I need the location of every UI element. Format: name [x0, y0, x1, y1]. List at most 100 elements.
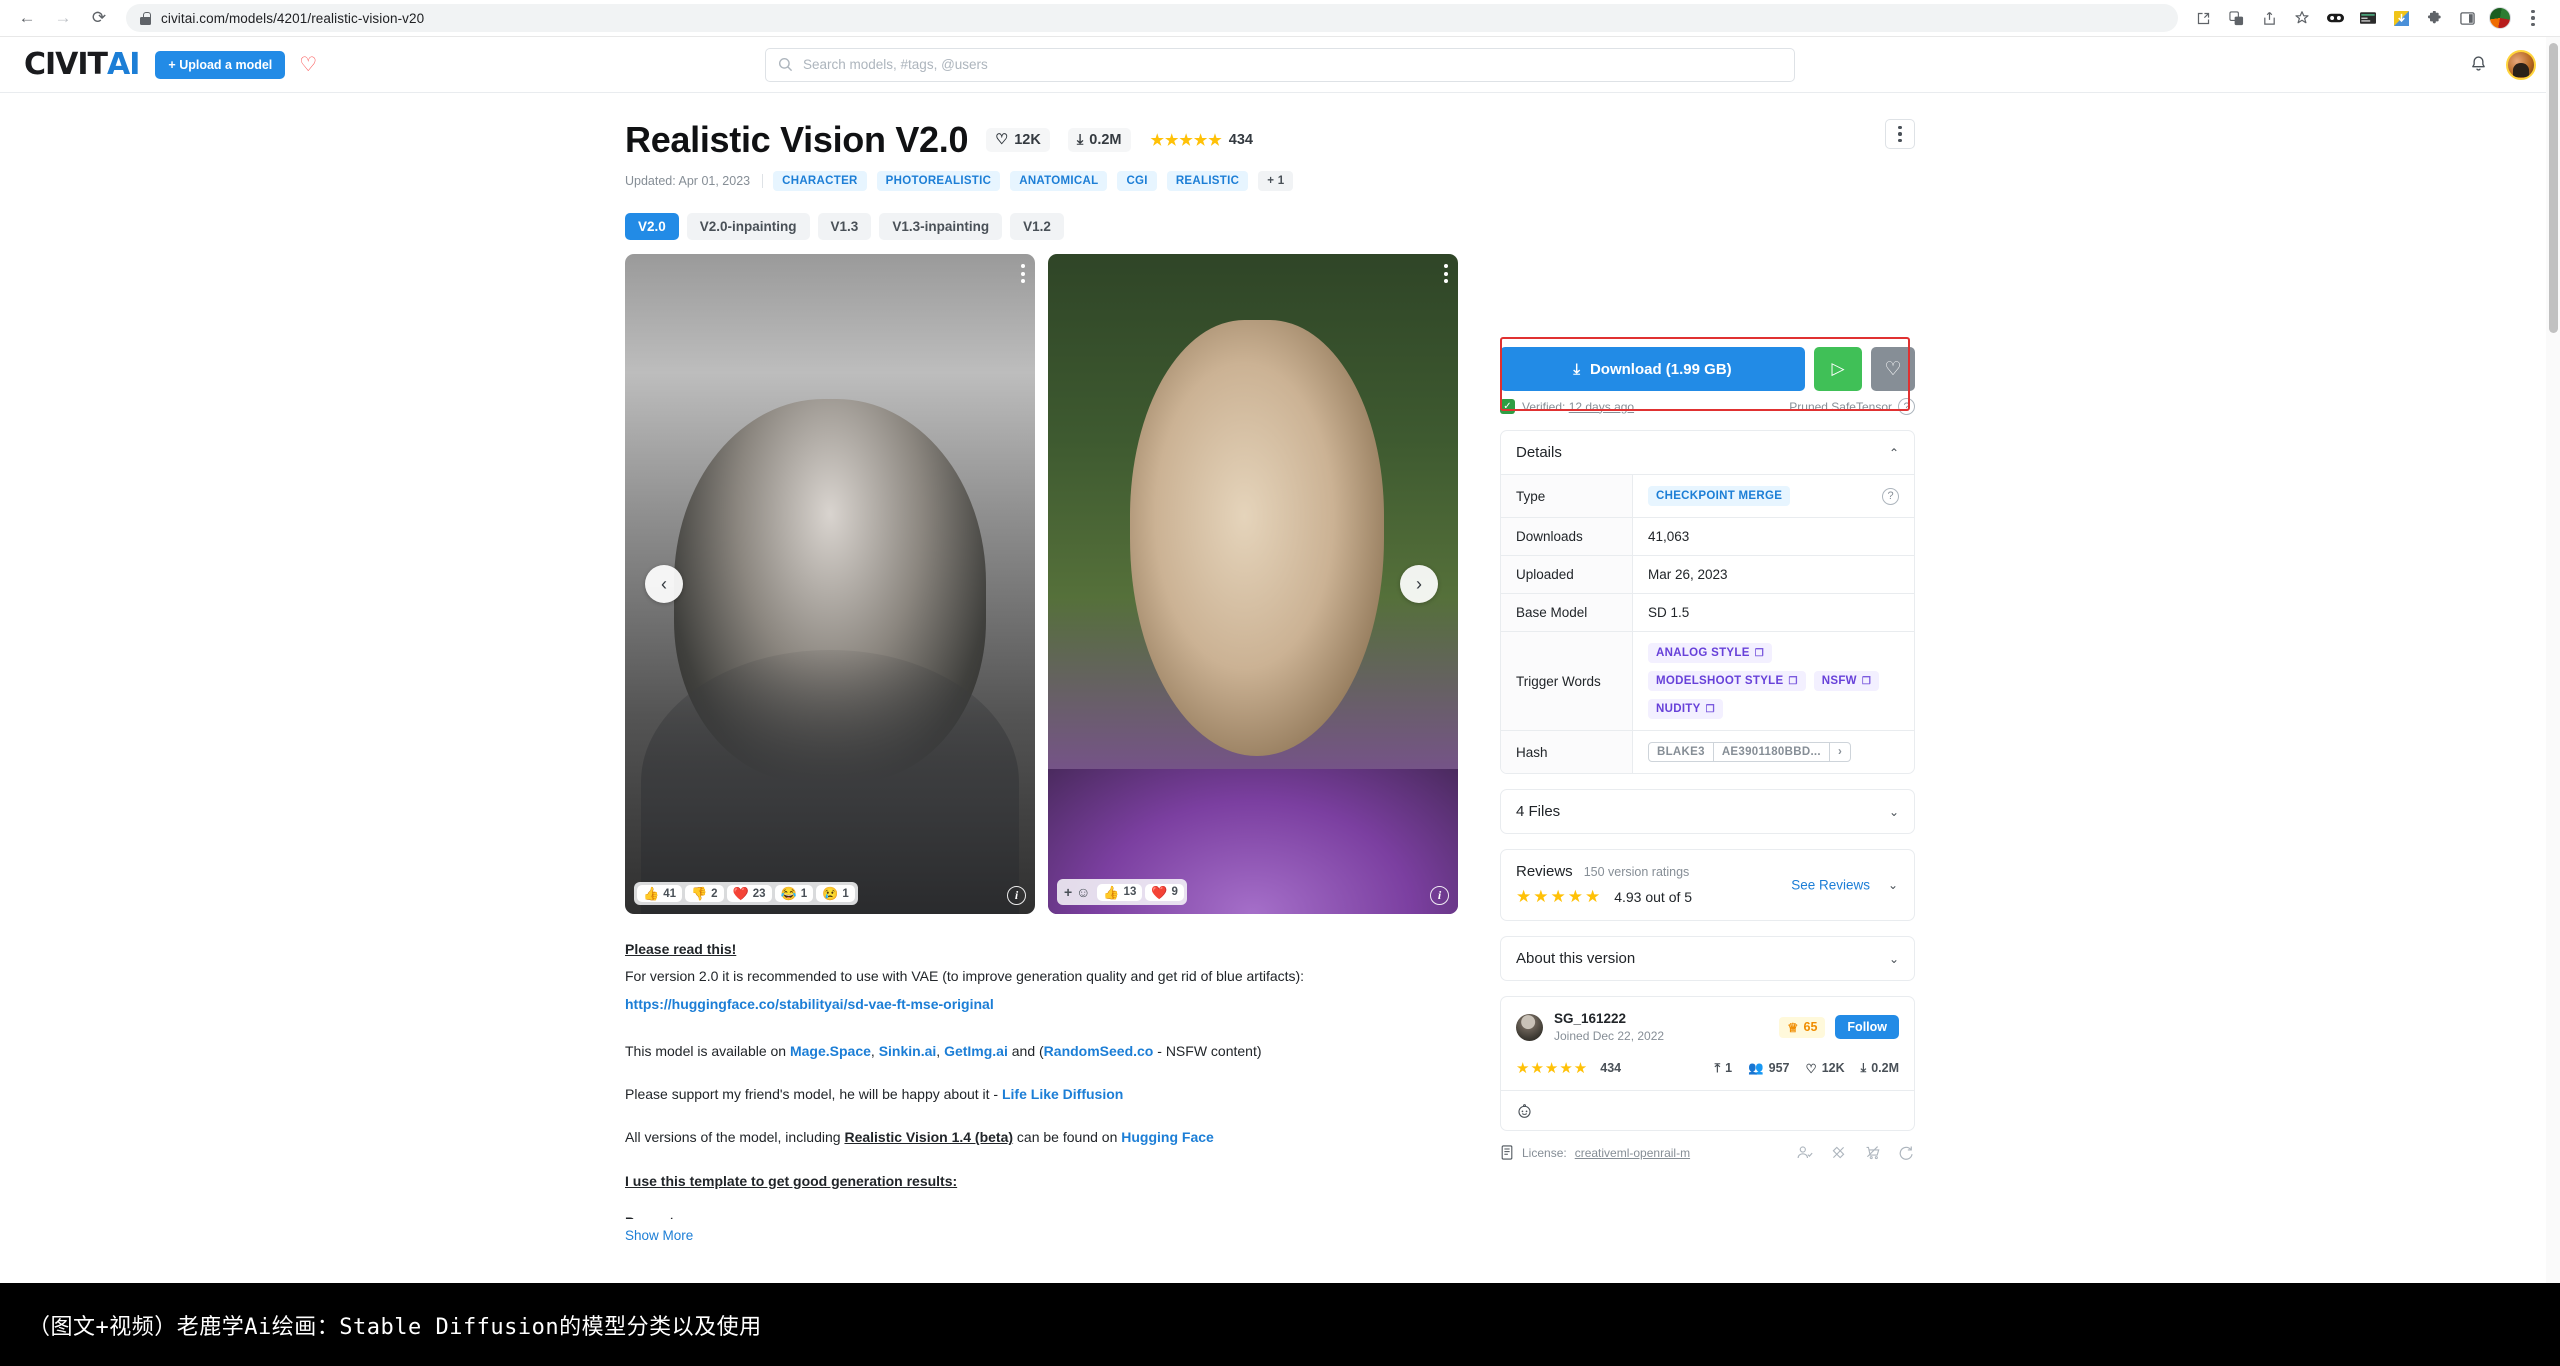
see-reviews-link[interactable]: See Reviews [1791, 878, 1870, 893]
forward-button[interactable]: → [48, 3, 78, 33]
share-icon[interactable] [2254, 3, 2284, 33]
type-help-icon[interactable]: ? [1882, 487, 1899, 505]
page-scrollbar[interactable] [2546, 37, 2560, 1366]
install-icon[interactable] [2188, 3, 2218, 33]
add-reaction-button-2[interactable]: + ☺ [1060, 882, 1094, 902]
sidepanel-icon[interactable] [2452, 3, 2482, 33]
gallery-image-1[interactable]: ‹ 👍 41 👎 2 ❤️ 23 😂 1 😢 1 i [625, 254, 1035, 914]
show-more-button[interactable]: Show More [625, 1223, 1505, 1249]
copy-icon[interactable]: ❐ [1706, 704, 1715, 715]
extension-download-icon[interactable] [2386, 3, 2416, 33]
files-card[interactable]: 4 Files ⌄ [1500, 789, 1915, 834]
creator-rank-badge: ♕ 65 [1779, 1016, 1826, 1038]
hash-pill[interactable]: BLAKE3 AE3901180BBD... › [1648, 742, 1852, 762]
image-info-icon-2[interactable]: i [1430, 886, 1449, 905]
back-button[interactable]: ← [12, 3, 42, 33]
translate-icon[interactable] [2221, 3, 2251, 33]
copy-icon[interactable]: ❐ [1788, 676, 1797, 687]
profile-avatar-icon[interactable] [2485, 3, 2515, 33]
downloads-stat[interactable]: ⤓ 0.2M [1067, 128, 1131, 152]
copy-icon[interactable]: ❐ [1862, 676, 1871, 687]
creator-likes-stat: ♡ 12K [1806, 1061, 1845, 1076]
reaction-cry-1[interactable]: 😢 1 [816, 885, 855, 902]
model-type-badge[interactable]: CHECKPOINT MERGE [1648, 486, 1791, 506]
trigger-word-analog-style[interactable]: ANALOG STYLE ❐ [1648, 643, 1772, 663]
image-options-button-2[interactable] [1444, 264, 1448, 283]
tag-character[interactable]: CHARACTER [773, 171, 867, 191]
scrollbar-thumb[interactable] [2549, 43, 2558, 333]
extension-goggles-icon[interactable] [2320, 3, 2350, 33]
version-tab-v20-inpainting[interactable]: V2.0-inpainting [686, 213, 810, 240]
reaction-count: 2 [711, 887, 718, 900]
about-version-card[interactable]: About this version ⌄ [1500, 936, 1915, 981]
link-randomseed-co[interactable]: RandomSeed.co [1044, 1043, 1154, 1059]
link-hugging-face[interactable]: Hugging Face [1121, 1129, 1214, 1145]
heart-icon: ♡ [1805, 1061, 1817, 1076]
download-button[interactable]: ⤓ Download (1.99 GB) [1500, 347, 1805, 391]
reaction-thumbsdown-1[interactable]: 👎 2 [684, 885, 724, 902]
tag-anatomical[interactable]: ANATOMICAL [1010, 171, 1108, 191]
upload-model-button[interactable]: + Upload a model [155, 50, 286, 79]
vae-link[interactable]: https://huggingface.co/stabilityai/sd-va… [625, 996, 994, 1012]
reaction-heart-2[interactable]: ❤️ 9 [1145, 883, 1184, 901]
license-link[interactable]: creativeml-openrail-m [1575, 1146, 1690, 1160]
version-tab-v20[interactable]: V2.0 [625, 213, 679, 240]
extensions-puzzle-icon[interactable] [2419, 3, 2449, 33]
trigger-word-modelshoot-style[interactable]: MODELSHOOT STYLE ❐ [1648, 671, 1806, 691]
reaction-thumbsup-2[interactable]: 👍 13 [1097, 883, 1143, 901]
tag-realistic[interactable]: REALISTIC [1166, 171, 1249, 191]
carousel-next-button[interactable]: › [1400, 565, 1438, 603]
credit-required-icon[interactable] [1796, 1144, 1813, 1161]
copy-icon[interactable]: ❐ [1755, 648, 1764, 659]
bookmark-star-icon[interactable] [2287, 3, 2317, 33]
about-version-header[interactable]: About this version ⌄ [1501, 937, 1914, 980]
rating-stat[interactable]: ★★★★★ 434 [1149, 127, 1262, 153]
details-title: Details [1516, 444, 1562, 461]
link-sinkin-ai[interactable]: Sinkin.ai [879, 1043, 937, 1059]
share-merges-icon[interactable] [1898, 1144, 1915, 1161]
creator-name[interactable]: SG_161222 [1554, 1010, 1664, 1028]
details-card-header[interactable]: Details ⌃ [1501, 431, 1914, 474]
no-sell-images-icon[interactable] [1830, 1144, 1847, 1161]
trigger-word-nudity[interactable]: NUDITY ❐ [1648, 699, 1723, 719]
likes-stat[interactable]: ♡ 12K [986, 128, 1050, 152]
reaction-thumbsup-1[interactable]: 👍 41 [637, 885, 682, 902]
reddit-icon[interactable] [1516, 1102, 1533, 1119]
verified-time[interactable]: 12 days ago [1569, 400, 1634, 414]
follow-button[interactable]: Follow [1835, 1015, 1899, 1040]
tag-more[interactable]: + 1 [1258, 171, 1294, 191]
carousel-prev-button[interactable]: ‹ [645, 565, 683, 603]
extension-card-icon[interactable] [2353, 3, 2383, 33]
file-format-help-icon[interactable]: ? [1898, 398, 1915, 415]
link-mage-space[interactable]: Mage.Space [790, 1043, 871, 1059]
address-bar[interactable]: civitai.com/models/4201/realistic-vision… [126, 4, 2178, 32]
image-info-icon-1[interactable]: i [1007, 886, 1026, 905]
no-sell-model-icon[interactable] [1864, 1144, 1881, 1161]
image-options-button-1[interactable] [1021, 264, 1025, 283]
trigger-word-nsfw[interactable]: NSFW ❐ [1813, 671, 1880, 691]
favorites-heart-icon[interactable]: ♡ [299, 52, 317, 77]
reaction-laugh-1[interactable]: 😂 1 [774, 885, 814, 902]
tag-photorealistic[interactable]: PHOTOREALISTIC [876, 171, 1001, 191]
hash-expand-icon[interactable]: › [1830, 743, 1850, 761]
civitai-logo[interactable]: CIVIT AI [24, 47, 140, 82]
user-avatar[interactable] [2506, 49, 2536, 80]
notification-bell-icon[interactable] [2469, 55, 2488, 74]
files-card-header[interactable]: 4 Files ⌄ [1501, 790, 1914, 833]
link-life-like-diffusion[interactable]: Life Like Diffusion [1002, 1086, 1123, 1102]
creator-avatar[interactable] [1516, 1013, 1543, 1041]
favorite-button[interactable]: ♡ [1871, 347, 1915, 391]
gallery-image-2[interactable]: › + ☺ 👍 13 ❤️ 9 i [1048, 254, 1458, 914]
link-getimg-ai[interactable]: GetImg.ai [944, 1043, 1008, 1059]
version-tab-v13[interactable]: V1.3 [817, 213, 872, 240]
reload-button[interactable]: ⟳ [84, 3, 114, 33]
details-card: Details ⌃ Type CHECKPOINT MERGE ? Downlo… [1500, 430, 1915, 774]
search-input[interactable]: Search models, #tags, @users [765, 47, 1795, 82]
run-model-button[interactable]: ▷ [1814, 347, 1862, 391]
chrome-menu-icon[interactable] [2518, 3, 2548, 33]
tag-cgi[interactable]: CGI [1117, 171, 1157, 191]
chevron-down-icon[interactable]: ⌄ [1888, 878, 1898, 892]
version-tab-v13-inpainting[interactable]: V1.3-inpainting [879, 213, 1003, 240]
reaction-heart-1[interactable]: ❤️ 23 [726, 885, 772, 902]
version-tab-v12[interactable]: V1.2 [1010, 213, 1064, 240]
